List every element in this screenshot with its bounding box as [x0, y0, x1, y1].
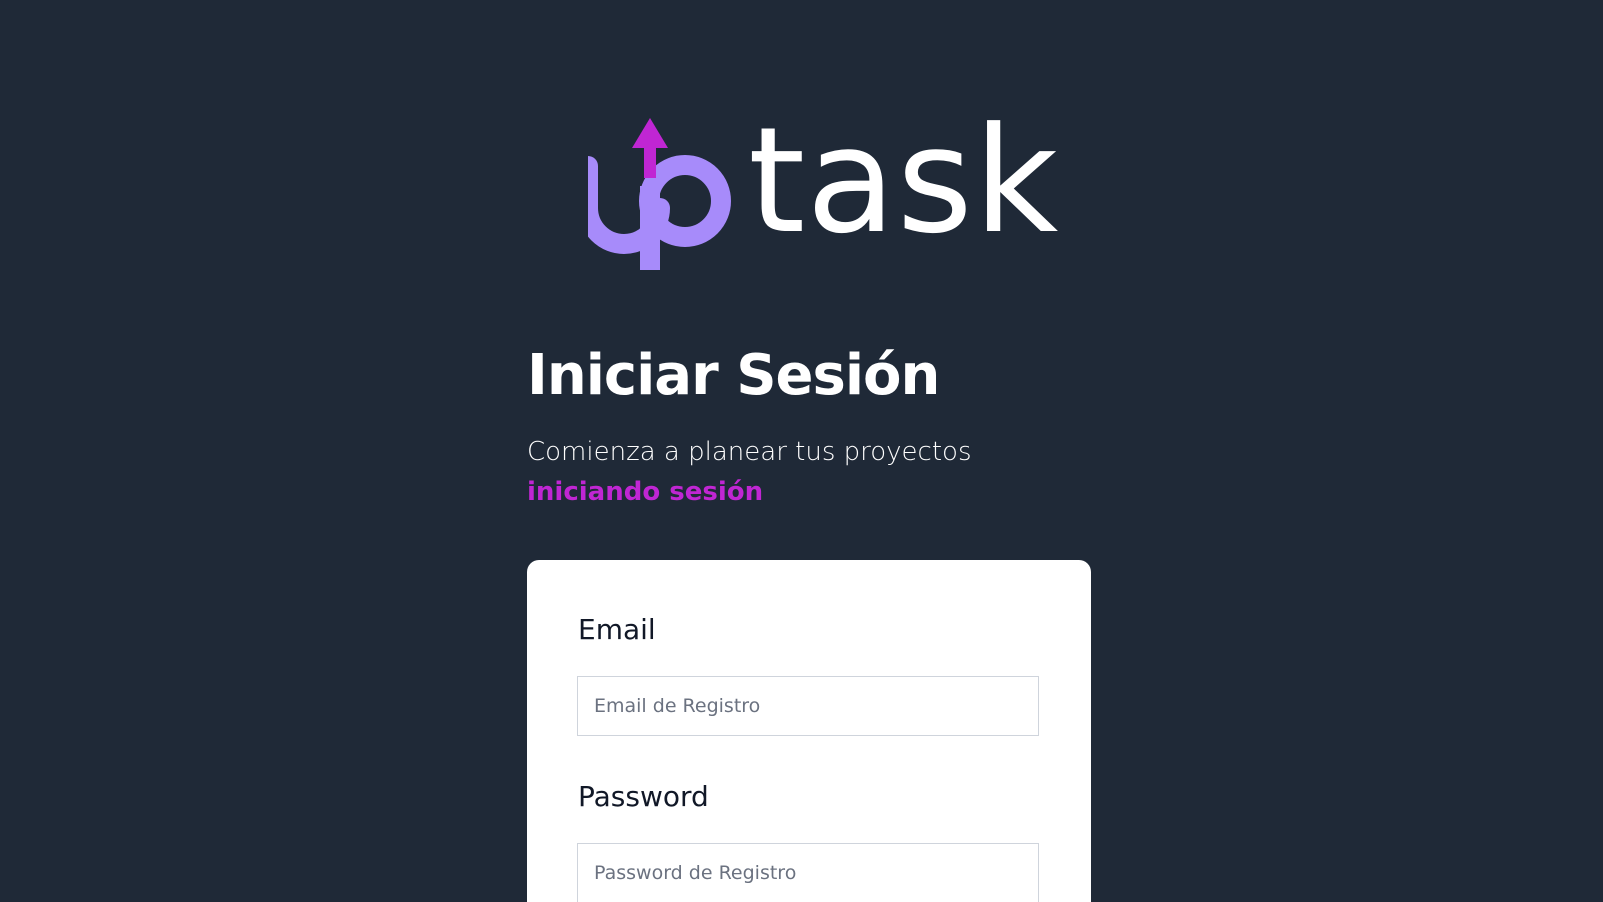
subtitle-text: Comienza a planear tus proyectos: [527, 437, 972, 467]
logo-wordmark: task: [748, 96, 1060, 266]
password-label: Password: [578, 780, 709, 813]
email-input[interactable]: [577, 676, 1039, 736]
page-subtitle: Comienza a planear tus proyectos inician…: [527, 432, 1047, 512]
login-page: task Iniciar Sesión Comienza a planear t…: [0, 0, 1603, 902]
page-title: Iniciar Sesión: [527, 343, 940, 408]
email-label: Email: [578, 613, 656, 646]
subtitle-highlight: iniciando sesión: [527, 477, 764, 507]
password-input[interactable]: [577, 843, 1039, 902]
login-form: Email Password: [527, 560, 1091, 902]
uptask-logo-mark: [588, 118, 731, 270]
